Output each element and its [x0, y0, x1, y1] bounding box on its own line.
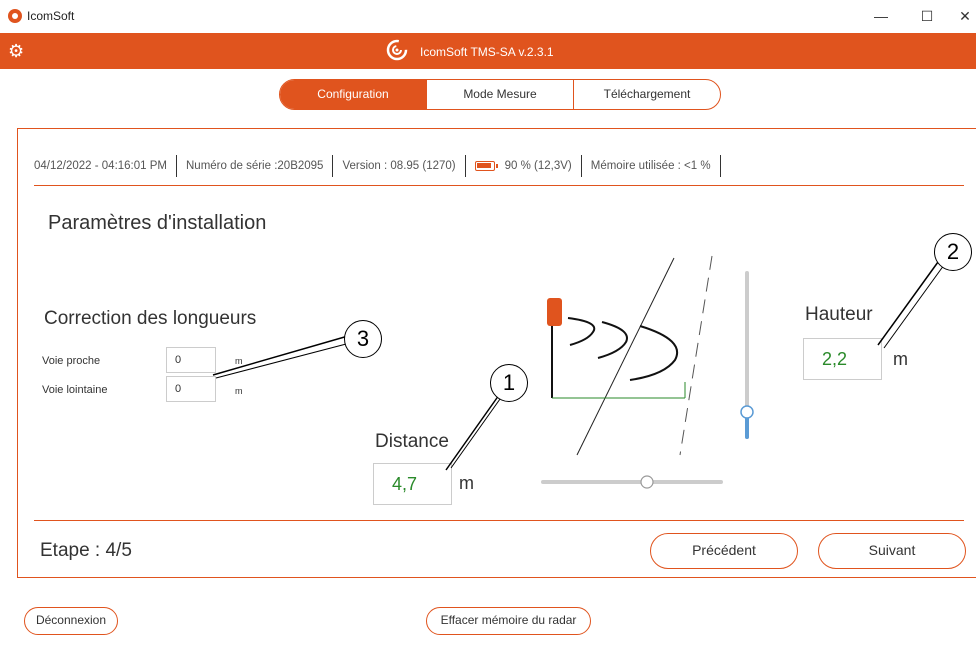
callout-1-line — [445, 394, 500, 471]
callout-3-line — [215, 342, 351, 379]
radar-device-icon — [547, 298, 562, 326]
callout-3-line — [212, 335, 349, 376]
radar-wave-2 — [597, 321, 628, 359]
step-indicator: Etape : 4/5 — [40, 540, 132, 561]
callout-1: 1 — [490, 364, 528, 402]
next-button[interactable]: Suivant — [818, 533, 966, 569]
radar-wave-1 — [567, 317, 596, 346]
callout-2-line — [877, 261, 939, 346]
callout-1-line — [450, 391, 506, 469]
callout-2-line — [883, 264, 945, 349]
divider — [34, 520, 964, 521]
previous-button[interactable]: Précédent — [650, 533, 798, 569]
callout-2: 2 — [934, 233, 972, 271]
distance-slider-handle — [640, 475, 654, 489]
callout-3: 3 — [344, 320, 382, 358]
road-edge-line — [576, 257, 675, 456]
height-slider-handle — [740, 405, 754, 419]
lane-divider-line — [679, 255, 713, 456]
disconnect-button[interactable]: Déconnexion — [24, 607, 118, 635]
clear-memory-button[interactable]: Effacer mémoire du radar — [426, 607, 591, 635]
